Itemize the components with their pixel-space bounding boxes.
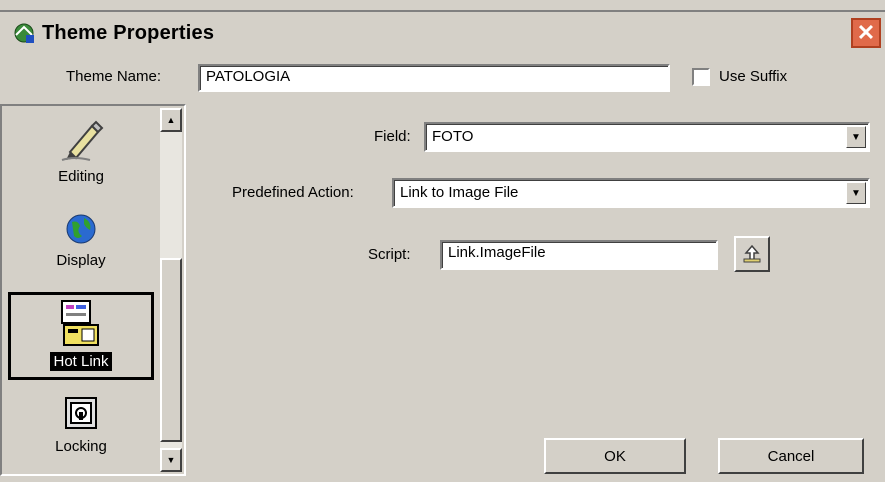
field-label: Field:	[374, 128, 411, 145]
sidebar-item-display[interactable]: Display	[2, 212, 160, 288]
script-label: Script:	[368, 246, 411, 263]
theme-properties-dialog: Theme Properties ✕ Theme Name: PATOLOGIA…	[0, 0, 885, 482]
sidebar-item-locking[interactable]: Locking	[2, 394, 160, 470]
sidebar-item-editing[interactable]: Editing	[2, 116, 160, 202]
theme-icon	[14, 23, 34, 43]
sidebar-item-label: Display	[56, 252, 106, 269]
close-button[interactable]: ✕	[851, 18, 881, 48]
category-list[interactable]: Editing Display Hot Link Locking ▲ ▼	[0, 104, 186, 476]
arrow-up-icon: ▲	[166, 115, 176, 125]
title-bar[interactable]: Theme Properties ✕	[0, 10, 885, 58]
use-suffix-checkbox[interactable]	[692, 68, 710, 86]
predefined-action-value: Link to Image File	[400, 184, 519, 201]
pencil-icon	[61, 120, 104, 161]
scroll-up-button[interactable]: ▲	[160, 108, 182, 132]
sidebar-item-label: Hot Link	[50, 352, 112, 371]
window-title: Theme Properties	[42, 22, 215, 44]
predefined-action-dropdown[interactable]: Link to Image File ▼	[392, 178, 870, 208]
predefined-action-dropdown-button[interactable]: ▼	[846, 182, 866, 204]
lock-icon	[65, 397, 97, 429]
use-suffix-label: Use Suffix	[719, 68, 788, 85]
ok-button[interactable]: OK	[544, 438, 686, 474]
sidebar-item-label: Locking	[55, 438, 107, 455]
field-dropdown[interactable]: FOTO ▼	[424, 122, 870, 152]
script-pick-icon	[743, 244, 761, 263]
scroll-thumb[interactable]	[160, 258, 182, 442]
chevron-down-icon: ▼	[851, 187, 861, 199]
category-scrollbar[interactable]: ▲ ▼	[160, 108, 182, 472]
sidebar-item-label: Editing	[58, 168, 104, 185]
cancel-button[interactable]: Cancel	[718, 438, 864, 474]
theme-name-input[interactable]: PATOLOGIA	[198, 64, 670, 92]
close-icon: ✕	[856, 20, 876, 45]
hotlink-icon	[61, 300, 99, 346]
globe-icon	[66, 214, 96, 244]
scroll-down-button[interactable]: ▼	[160, 448, 182, 472]
theme-name-label: Theme Name:	[66, 68, 162, 85]
field-dropdown-button[interactable]: ▼	[846, 126, 866, 148]
chevron-down-icon: ▼	[851, 131, 861, 143]
arrow-down-icon: ▼	[166, 455, 176, 465]
script-picker-button[interactable]	[734, 236, 770, 272]
sidebar-item-hot-link[interactable]: Hot Link	[8, 292, 154, 380]
field-dropdown-value: FOTO	[432, 128, 474, 145]
predefined-action-label: Predefined Action:	[232, 184, 354, 201]
script-input[interactable]: Link.ImageFile	[440, 240, 718, 270]
